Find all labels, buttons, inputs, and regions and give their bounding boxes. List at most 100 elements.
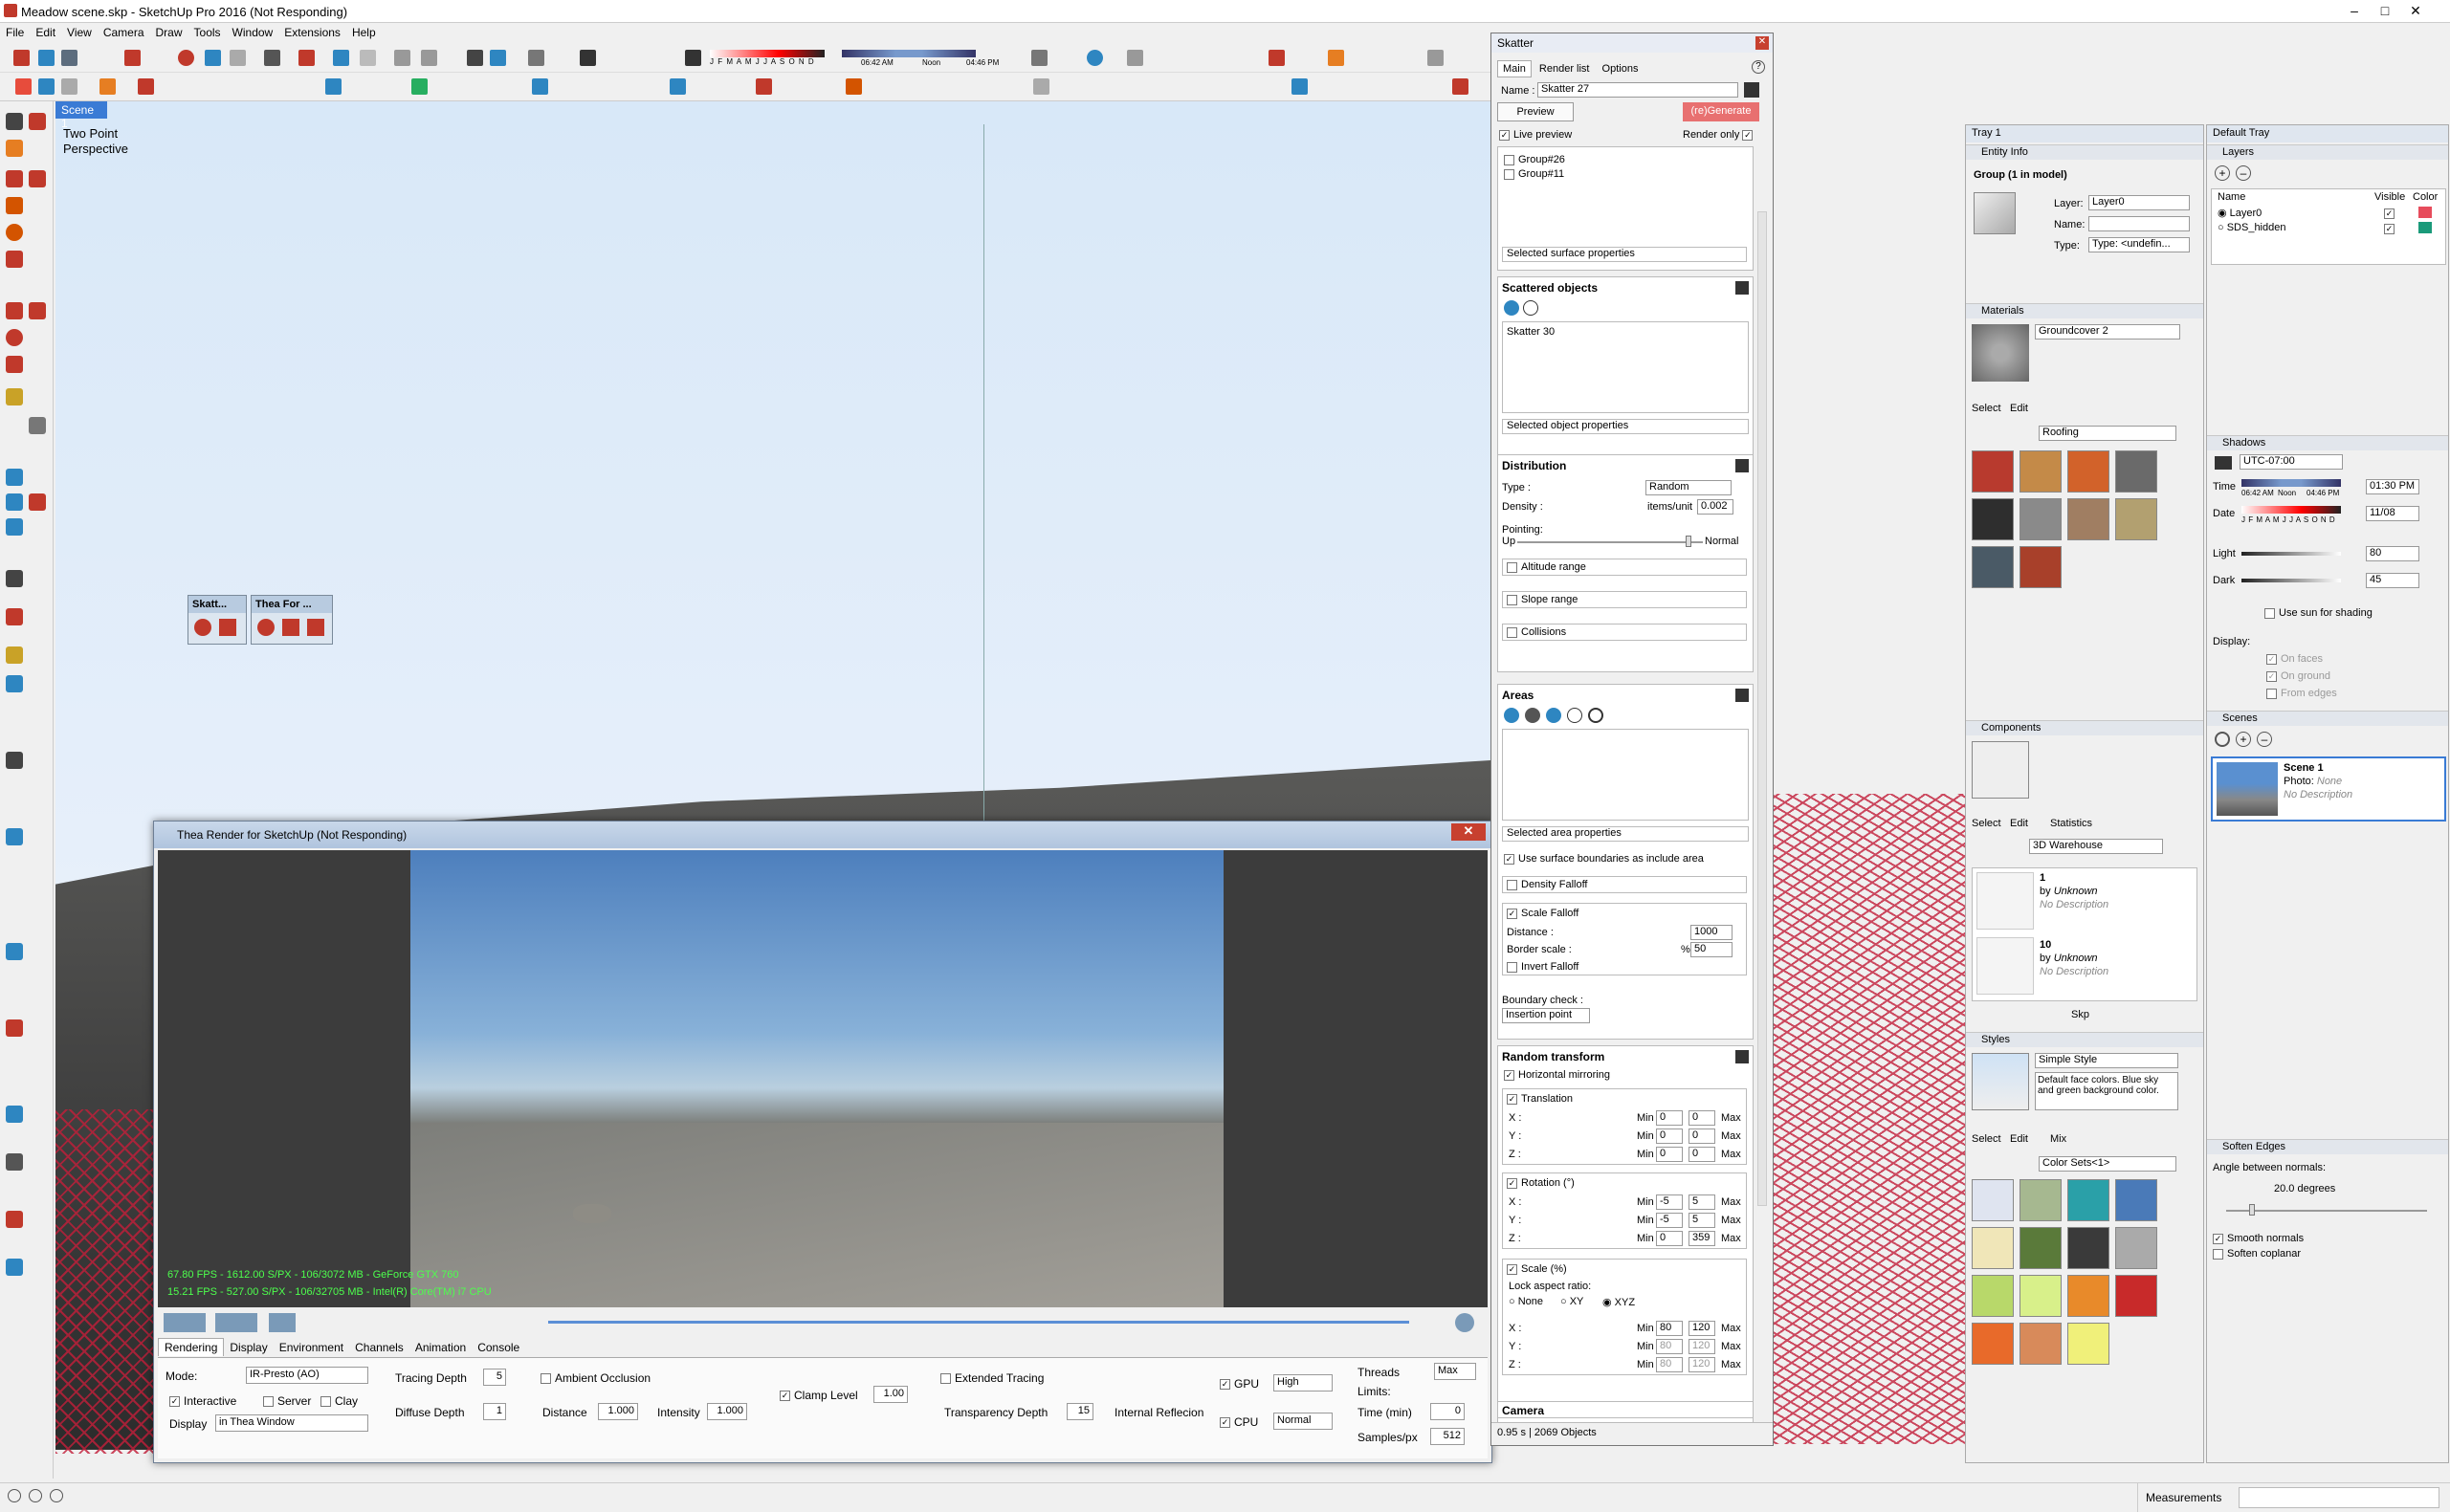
host-item[interactable]: Group#26	[1504, 153, 1565, 167]
thea-camera-icon[interactable]	[307, 619, 324, 636]
maximize-button[interactable]: □	[2371, 2, 2399, 19]
transparency-input[interactable]: 15	[1067, 1403, 1093, 1420]
menu-edit[interactable]: Edit	[30, 23, 61, 42]
style-tile[interactable]	[2115, 1179, 2157, 1221]
style-tile[interactable]	[2020, 1179, 2062, 1221]
trans-z-max[interactable]: 0	[1689, 1147, 1715, 1162]
undo-icon[interactable]	[205, 50, 221, 66]
outer-shell-icon[interactable]	[38, 78, 55, 95]
thea-folder-icon[interactable]	[282, 619, 299, 636]
lock-xyz-radio[interactable]: ◉ XYZ	[1602, 1296, 1635, 1308]
style-collection-select[interactable]: Color Sets<1>	[2039, 1156, 2176, 1172]
on-ground-checkbox[interactable]: ✓ On ground	[2266, 670, 2330, 682]
from-edges-checkbox[interactable]: From edges	[2266, 688, 2337, 699]
materials-edit-tab[interactable]: Edit	[2010, 403, 2028, 414]
sandbox-drape-icon[interactable]	[6, 675, 23, 692]
tab-options[interactable]: Options	[1598, 61, 1644, 77]
rot-z-min[interactable]: 0	[1656, 1231, 1683, 1246]
intensity-input[interactable]: 1.000	[707, 1403, 747, 1420]
styles-select-tab[interactable]: Select	[1972, 1133, 2001, 1145]
rot-x-min[interactable]: -5	[1656, 1194, 1683, 1210]
area-list[interactable]	[1502, 729, 1749, 821]
arc-tool-icon[interactable]	[6, 251, 23, 268]
slope-range-checkbox[interactable]: Slope range	[1502, 591, 1747, 608]
skatter-scrollbar[interactable]	[1757, 211, 1767, 1206]
type-select[interactable]: Random	[1645, 480, 1732, 495]
material-tile[interactable]	[1972, 546, 2014, 588]
thea-close-button[interactable]: ✕	[1451, 823, 1486, 841]
menu-tools[interactable]: Tools	[188, 23, 227, 42]
material-name-input[interactable]: Groundcover 2	[2035, 324, 2180, 340]
credits-icon[interactable]	[29, 1489, 42, 1502]
material-tile[interactable]	[2020, 546, 2062, 588]
thea-save-icon[interactable]	[269, 1313, 296, 1332]
menu-help[interactable]: Help	[346, 23, 382, 42]
skatter-grid-icon[interactable]	[219, 619, 236, 636]
lock-xy-radio[interactable]: ○ XY	[1560, 1296, 1583, 1307]
clay-checkbox[interactable]: Clay	[320, 1394, 358, 1408]
plugin-icon[interactable]	[1427, 50, 1444, 66]
sandbox-from-contours-icon[interactable]	[6, 646, 23, 664]
follow-me-icon[interactable]	[99, 78, 116, 95]
clamp-checkbox[interactable]: ✓ Clamp Level	[780, 1389, 858, 1402]
open-icon[interactable]	[38, 50, 55, 66]
thea-refresh-icon[interactable]	[1455, 1313, 1474, 1332]
server-checkbox[interactable]: Server	[263, 1394, 311, 1408]
rectangle-tool-icon[interactable]	[6, 197, 23, 214]
menu-draw[interactable]: Draw	[150, 23, 188, 42]
remove-layer-icon[interactable]: –	[2236, 165, 2251, 181]
display-select[interactable]: in Thea Window	[215, 1414, 368, 1432]
warehouse-icon[interactable]	[138, 78, 154, 95]
mirror-icon[interactable]	[670, 78, 686, 95]
scale-y-min[interactable]: 80	[1656, 1339, 1683, 1354]
style-tile[interactable]	[2067, 1275, 2109, 1317]
move-icon[interactable]	[6, 302, 23, 319]
material-tile[interactable]	[2020, 450, 2062, 493]
tab-render-list[interactable]: Render list	[1534, 61, 1595, 77]
circle-tool-icon[interactable]	[6, 224, 23, 241]
section-plane-icon[interactable]	[528, 50, 544, 66]
skatter-generate-icon[interactable]	[194, 619, 211, 636]
tab-main[interactable]: Main	[1497, 60, 1532, 77]
translation-checkbox[interactable]: ✓ Translation	[1507, 1093, 1573, 1105]
rot-z-max[interactable]: 359	[1689, 1231, 1715, 1246]
zoom-extents-icon[interactable]	[6, 518, 23, 536]
group-icon[interactable]	[1033, 78, 1049, 95]
material-tile[interactable]	[2067, 498, 2109, 540]
save-icon[interactable]	[61, 50, 77, 66]
trans-x-min[interactable]: 0	[1656, 1110, 1683, 1126]
zoom-window-icon[interactable]	[29, 493, 46, 511]
samples-input[interactable]: 512	[1430, 1428, 1465, 1445]
add-layer-icon[interactable]: +	[2215, 165, 2230, 181]
update-scene-icon[interactable]	[2215, 732, 2230, 747]
host-item[interactable]: Group#11	[1504, 167, 1565, 182]
paint-bucket-icon[interactable]	[6, 140, 23, 157]
generate-button[interactable]: (re)Generate	[1683, 102, 1759, 121]
camera-section-header[interactable]: Camera	[1497, 1401, 1754, 1418]
horizontal-mirroring-checkbox[interactable]: ✓ Horizontal mirroring	[1504, 1069, 1610, 1081]
cpu-select[interactable]: Normal	[1273, 1413, 1333, 1430]
collisions-checkbox[interactable]: Collisions	[1502, 624, 1747, 641]
time-slider[interactable]	[2241, 479, 2341, 487]
soften-coplanar-checkbox[interactable]: Soften coplanar	[2213, 1248, 2301, 1260]
style-tile[interactable]	[1972, 1179, 2014, 1221]
name-input[interactable]: Skatter 27	[1537, 82, 1738, 98]
threads-select[interactable]: Max	[1434, 1363, 1476, 1380]
tab-animation[interactable]: Animation	[409, 1339, 472, 1356]
rot-x-max[interactable]: 5	[1689, 1194, 1715, 1210]
add-scene-icon[interactable]: +	[2236, 732, 2251, 747]
date-input[interactable]: 11/08	[2366, 506, 2419, 521]
date-slider[interactable]	[2241, 506, 2341, 514]
layer-row[interactable]: ◉ Layer0	[2218, 207, 2262, 219]
freehand-icon[interactable]	[29, 170, 46, 187]
tape-measure-icon[interactable]	[6, 388, 23, 405]
flip-edge-icon[interactable]	[6, 943, 23, 960]
style-name-input[interactable]: Simple Style	[2035, 1053, 2178, 1068]
solid-tools-icon[interactable]	[15, 78, 32, 95]
component-item-name[interactable]: 1	[2040, 872, 2045, 884]
thea-start-icon[interactable]	[164, 1313, 206, 1332]
styles-edit-tab[interactable]: Edit	[2010, 1133, 2028, 1145]
style-tile[interactable]	[2115, 1275, 2157, 1317]
thea-render-icon[interactable]	[1269, 50, 1285, 66]
edit-component-icon[interactable]	[1328, 50, 1344, 66]
